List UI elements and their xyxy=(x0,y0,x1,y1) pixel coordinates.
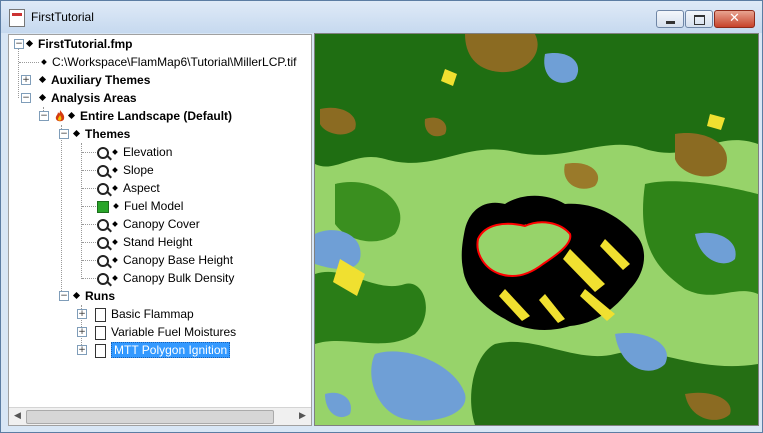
tree-item-themes[interactable]: Themes xyxy=(72,125,130,143)
runs-collapse-toggle[interactable]: − xyxy=(59,291,69,301)
theme-item-fuel-model[interactable]: Fuel Model xyxy=(97,197,183,215)
tree-bullet-icon xyxy=(112,166,118,173)
close-button[interactable]: ✕ xyxy=(714,10,755,28)
tree-bullet-icon xyxy=(112,184,118,191)
tree-bullet-icon xyxy=(112,220,118,227)
run-expand-toggle[interactable]: + xyxy=(77,327,87,337)
scroll-left-arrow-icon[interactable]: ◀ xyxy=(9,408,26,425)
theme-label: Slope xyxy=(123,163,154,177)
tree-bullet-icon xyxy=(113,202,119,209)
run-label: Basic Flammap xyxy=(111,307,194,321)
magnifier-icon xyxy=(97,272,109,285)
magnifier-icon xyxy=(97,146,109,159)
run-item-basic-flammap[interactable]: Basic Flammap xyxy=(95,305,194,323)
run-expand-toggle[interactable]: + xyxy=(77,345,87,355)
project-tree[interactable]: − FirstTutorial.fmp C:\Workspace\FlamMap… xyxy=(8,34,312,426)
run-label: Variable Fuel Moistures xyxy=(111,325,237,339)
document-icon xyxy=(95,325,106,340)
magnifier-icon xyxy=(97,236,109,249)
theme-item-slope[interactable]: Slope xyxy=(97,161,154,179)
tree-item-analysis-areas[interactable]: Analysis Areas xyxy=(38,89,137,107)
app-icon xyxy=(9,9,25,27)
entire-landscape-collapse-toggle[interactable]: − xyxy=(39,111,49,121)
tree-item-auxiliary-themes[interactable]: Auxiliary Themes xyxy=(38,71,150,89)
analysis-areas-label: Analysis Areas xyxy=(51,91,137,105)
tree-bullet-icon xyxy=(72,292,81,300)
run-item-mtt-polygon-ignition[interactable]: MTT Polygon Ignition xyxy=(95,341,231,359)
tree-bullet-icon xyxy=(41,58,47,65)
landscape-map-canvas xyxy=(315,34,758,425)
landscape-map-view[interactable] xyxy=(314,33,759,426)
tree-bullet-icon xyxy=(112,256,118,263)
fuel-model-icon xyxy=(97,200,109,213)
theme-label: Aspect xyxy=(123,181,160,195)
tree-bullet-icon xyxy=(112,274,118,281)
themes-collapse-toggle[interactable]: − xyxy=(59,129,69,139)
tree-bullet-icon xyxy=(25,40,34,48)
run-label-selected: MTT Polygon Ignition xyxy=(111,342,231,358)
theme-label: Fuel Model xyxy=(124,199,184,213)
theme-item-canopy-cover[interactable]: Canopy Cover xyxy=(97,215,200,233)
auxiliary-themes-label: Auxiliary Themes xyxy=(51,73,151,87)
landscape-path-label: C:\Workspace\FlamMap6\Tutorial\MillerLCP… xyxy=(52,55,297,69)
theme-item-canopy-base-height[interactable]: Canopy Base Height xyxy=(97,251,233,269)
magnifier-icon xyxy=(97,218,109,231)
magnifier-icon xyxy=(97,182,109,195)
theme-item-elevation[interactable]: Elevation xyxy=(97,143,172,161)
document-icon xyxy=(95,343,106,358)
title-bar[interactable]: FirstTutorial ✕ xyxy=(1,1,762,33)
theme-item-canopy-bulk-density[interactable]: Canopy Bulk Density xyxy=(97,269,234,287)
maximize-icon xyxy=(694,15,705,25)
fire-icon xyxy=(55,110,65,122)
tree-item-runs[interactable]: Runs xyxy=(72,287,115,305)
themes-label: Themes xyxy=(85,127,131,141)
tree-item-landscape-file[interactable]: C:\Workspace\FlamMap6\Tutorial\MillerLCP… xyxy=(40,53,297,71)
horizontal-scrollbar[interactable]: ◀ ▶ xyxy=(9,407,311,425)
auxiliary-themes-expand-toggle[interactable]: + xyxy=(21,75,31,85)
root-collapse-toggle[interactable]: − xyxy=(14,39,24,49)
theme-label: Canopy Bulk Density xyxy=(123,271,235,285)
scrollbar-thumb[interactable] xyxy=(26,410,274,424)
theme-item-stand-height[interactable]: Stand Height xyxy=(97,233,192,251)
window-title: FirstTutorial xyxy=(31,10,94,24)
tree-bullet-icon xyxy=(112,238,118,245)
tree-item-entire-landscape[interactable]: Entire Landscape (Default) xyxy=(54,107,232,125)
minimize-icon xyxy=(666,21,675,24)
magnifier-icon xyxy=(97,164,109,177)
minimize-button[interactable] xyxy=(656,10,684,28)
theme-label: Stand Height xyxy=(123,235,193,249)
tree-bullet-icon xyxy=(112,148,118,155)
tree-bullet-icon xyxy=(72,130,81,138)
maximize-button[interactable] xyxy=(685,10,713,28)
theme-label: Canopy Cover xyxy=(123,217,200,231)
theme-label: Elevation xyxy=(123,145,173,159)
tree-bullet-icon xyxy=(67,112,76,120)
theme-label: Canopy Base Height xyxy=(123,253,234,267)
tree-root-label: FirstTutorial.fmp xyxy=(38,37,133,51)
run-item-variable-fuel-moistures[interactable]: Variable Fuel Moistures xyxy=(95,323,236,341)
entire-landscape-label: Entire Landscape (Default) xyxy=(80,109,233,123)
close-icon: ✕ xyxy=(729,11,740,26)
magnifier-icon xyxy=(97,254,109,267)
scroll-right-arrow-icon[interactable]: ▶ xyxy=(294,408,311,425)
tree-bullet-icon xyxy=(38,76,47,84)
theme-item-aspect[interactable]: Aspect xyxy=(97,179,160,197)
document-icon xyxy=(95,307,106,322)
tree-root-item[interactable]: FirstTutorial.fmp xyxy=(25,35,132,53)
app-window: FirstTutorial ✕ − FirstTutorial.fmp C:\W… xyxy=(0,0,763,433)
tree-bullet-icon xyxy=(38,94,47,102)
runs-label: Runs xyxy=(85,289,115,303)
run-expand-toggle[interactable]: + xyxy=(77,309,87,319)
analysis-areas-collapse-toggle[interactable]: − xyxy=(21,93,31,103)
